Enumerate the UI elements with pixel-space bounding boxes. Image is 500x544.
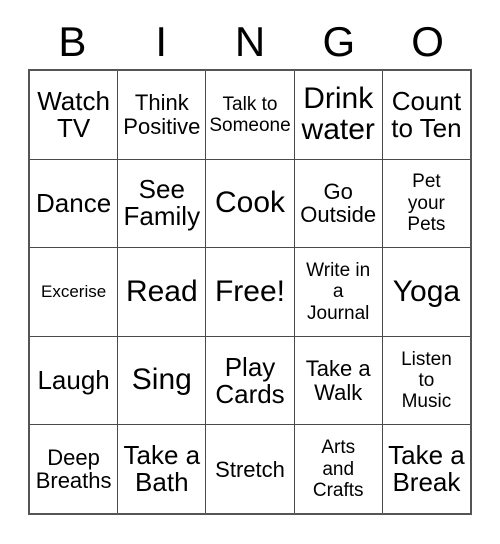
bingo-cell-label: Dance <box>36 187 112 218</box>
bingo-cell[interactable]: Think Positive <box>117 71 205 159</box>
bingo-header-letter-n: N <box>234 18 266 65</box>
bingo-cell-label: Count to Ten <box>391 85 462 143</box>
bingo-card: B I N G O Watch TV Think Positive Talk t… <box>0 0 500 544</box>
bingo-cell[interactable]: Cook <box>205 159 293 248</box>
bingo-cell[interactable]: Take a Break <box>381 425 470 513</box>
bingo-cell-label: Go Outside <box>300 179 377 228</box>
bingo-cell[interactable]: Take a Walk <box>293 336 382 425</box>
bingo-cell-label: Free! <box>214 274 286 308</box>
bingo-cell-label: Listen to Music <box>401 348 452 413</box>
bingo-row: Deep Breaths Take a Bath Stretch Arts an… <box>30 424 470 513</box>
bingo-cell[interactable]: Arts and Crafts <box>293 425 382 513</box>
bingo-header-letter-g: G <box>322 18 356 65</box>
bingo-row: Dance See Family Cook Go Outside Pet you… <box>30 158 470 248</box>
bingo-cell-label: Cook <box>214 186 286 220</box>
bingo-cell-label: Write in a Journal <box>306 260 371 324</box>
bingo-cell-label: Take a Break <box>388 440 465 498</box>
bingo-row: Watch TV Think Positive Talk to Someone … <box>30 71 470 159</box>
bingo-cell-label: Laugh <box>37 365 110 396</box>
bingo-cell-label: See Family <box>123 174 201 232</box>
bingo-cell-label: Take a Walk <box>305 356 371 405</box>
bingo-cell-label: Deep Breaths <box>35 444 112 494</box>
bingo-cell-label: Drink water <box>301 82 375 146</box>
bingo-cell[interactable]: Read <box>117 248 205 336</box>
bingo-cell-free[interactable]: Free! <box>205 248 293 336</box>
bingo-cell[interactable]: Drink water <box>293 71 382 159</box>
bingo-cell[interactable]: Write in a Journal <box>293 248 382 336</box>
bingo-cell-label: Stretch <box>215 456 285 482</box>
bingo-cell-label: Watch TV <box>37 85 110 143</box>
bingo-cell[interactable]: Pet your Pets <box>381 159 470 248</box>
bingo-cell[interactable]: Talk to Someone <box>205 71 293 159</box>
bingo-cell[interactable]: Yoga <box>381 248 470 336</box>
bingo-cell[interactable]: Take a Bath <box>117 425 205 513</box>
bingo-cell-label: Take a Bath <box>123 440 201 498</box>
bingo-cell[interactable]: Laugh <box>30 337 117 425</box>
bingo-cell[interactable]: Sing <box>117 336 205 425</box>
bingo-header: B I N G O <box>28 14 472 69</box>
bingo-cell[interactable]: Watch TV <box>30 71 117 159</box>
bingo-cell-label: Sing <box>131 363 192 397</box>
bingo-cell-label: Yoga <box>392 274 461 308</box>
bingo-row: Laugh Sing Play Cards Take a Walk Listen… <box>30 335 470 425</box>
bingo-cell[interactable]: Stretch <box>205 425 293 513</box>
bingo-header-letter-o: O <box>411 18 444 65</box>
bingo-cell-label: Read <box>125 274 198 308</box>
bingo-cell-label: Talk to Someone <box>209 93 291 136</box>
bingo-header-letter-b: B <box>58 18 87 65</box>
bingo-cell-label: Excerise <box>41 282 107 302</box>
bingo-cell[interactable]: Go Outside <box>293 159 382 248</box>
bingo-cell[interactable]: Dance <box>30 160 117 248</box>
bingo-cell-label: Play Cards <box>215 351 285 409</box>
bingo-cell-label: Pet your Pets <box>407 171 446 236</box>
bingo-cell[interactable]: Deep Breaths <box>30 425 117 513</box>
bingo-header-letter-i: I <box>155 18 168 65</box>
bingo-cell[interactable]: Listen to Music <box>381 336 470 425</box>
bingo-grid: Watch TV Think Positive Talk to Someone … <box>28 69 472 515</box>
bingo-cell-label: Arts and Crafts <box>312 437 364 501</box>
bingo-cell[interactable]: See Family <box>117 159 205 248</box>
bingo-cell[interactable]: Play Cards <box>205 336 293 425</box>
bingo-cell[interactable]: Count to Ten <box>381 71 470 159</box>
bingo-cell[interactable]: Excerise <box>30 248 117 336</box>
bingo-cell-label: Think Positive <box>123 90 201 139</box>
bingo-row: Excerise Read Free! Write in a Journal Y… <box>30 247 470 336</box>
